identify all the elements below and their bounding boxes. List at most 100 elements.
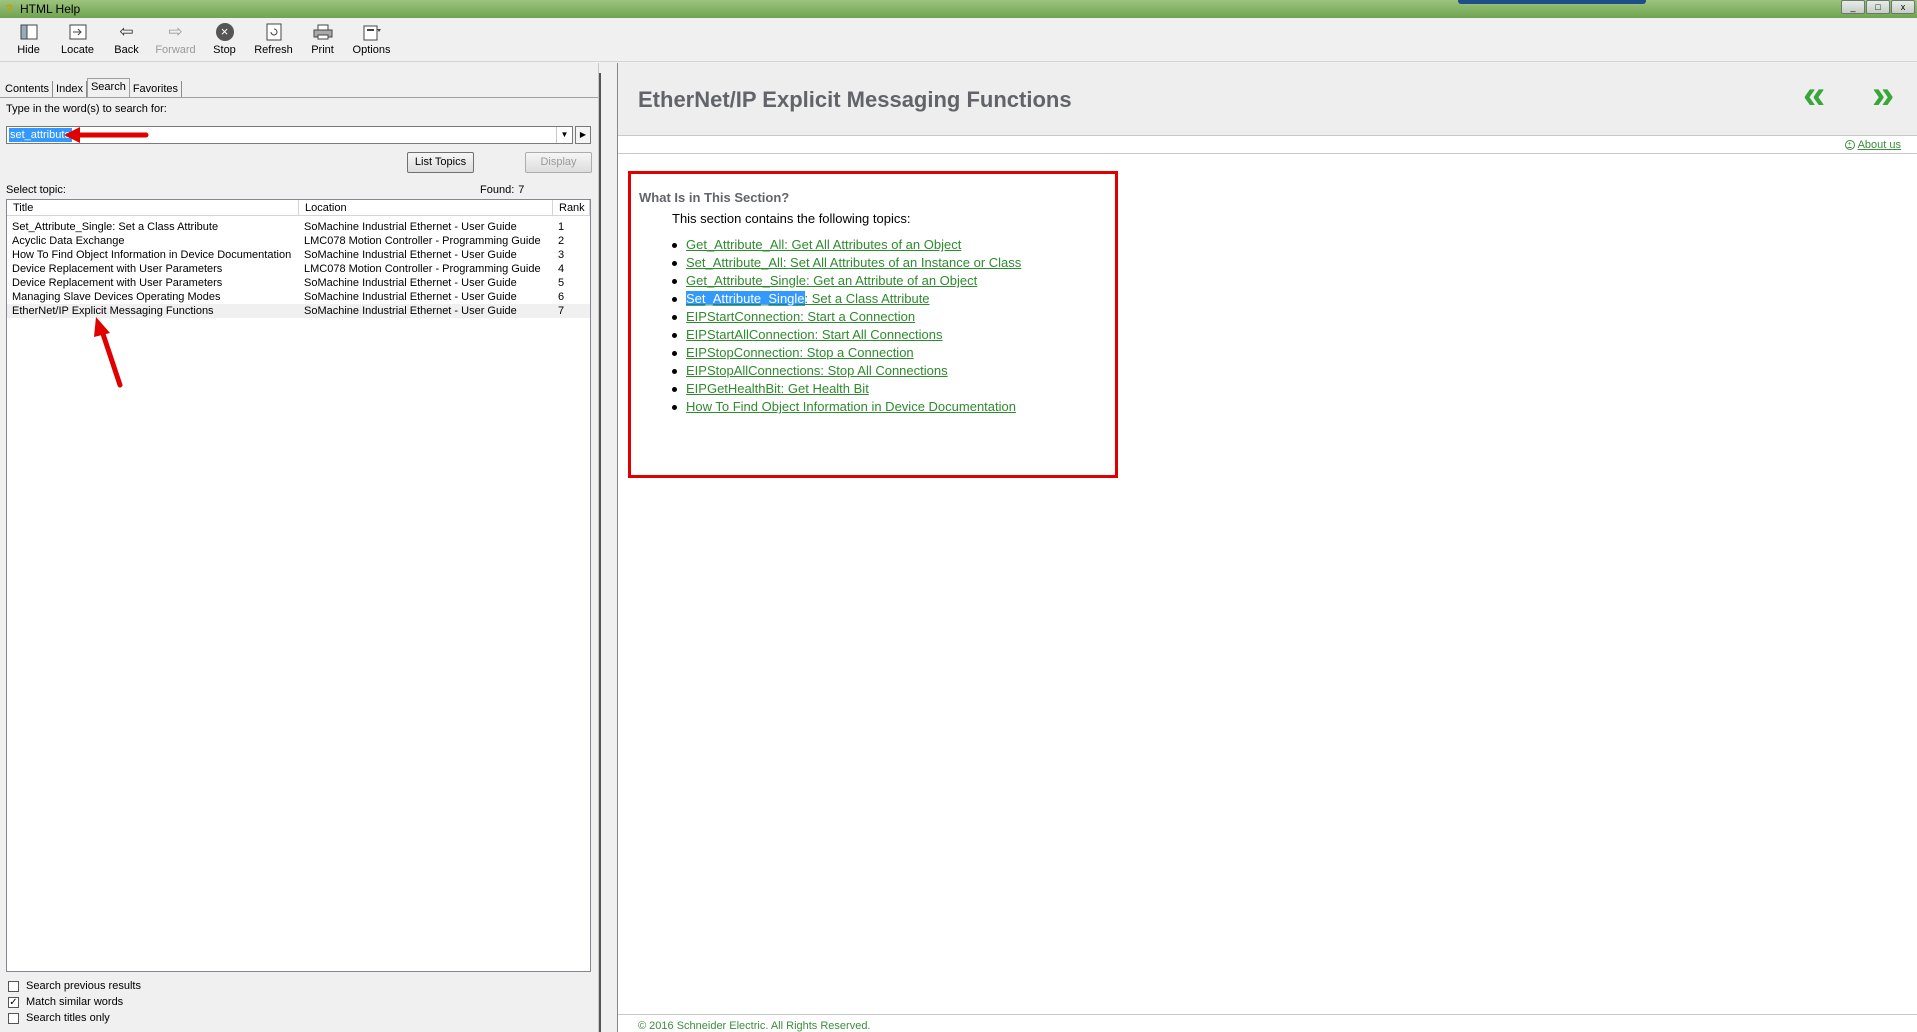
footer: © 2016 Schneider Electric. All Rights Re… bbox=[618, 1014, 1917, 1032]
nav-tabs: Contents Index Search Favorites bbox=[2, 78, 183, 97]
table-row[interactable]: Device Replacement with User Parameters S… bbox=[7, 276, 590, 290]
cell-title: Managing Slave Devices Operating Modes bbox=[12, 291, 221, 303]
previous-topic-icon[interactable]: « bbox=[1803, 75, 1825, 115]
topic-link-text: Get_Attribute_All: Get All Attributes of… bbox=[686, 237, 962, 252]
options-button[interactable]: Options bbox=[347, 18, 396, 62]
bullet-icon bbox=[672, 296, 677, 302]
back-button[interactable]: ⇦ Back bbox=[102, 18, 151, 62]
results-header: Title Location Rank bbox=[7, 200, 590, 216]
toolbar: Hide Locate ⇦ Back ⇨ Forward × Stop Refr… bbox=[0, 18, 1917, 62]
copyright-text: © 2016 Schneider Electric. All Rights Re… bbox=[638, 1020, 871, 1032]
topic-link[interactable]: Get_Attribute_Single: Get an Attribute o… bbox=[686, 272, 977, 290]
cell-title: Device Replacement with User Parameters bbox=[12, 263, 223, 275]
annotation-arrow-search bbox=[64, 127, 149, 143]
topic-link[interactable]: Set_Attribute_Single: Set a Class Attrib… bbox=[686, 290, 930, 308]
cell-location: LMC078 Motion Controller - Programming G… bbox=[304, 263, 541, 275]
cell-rank: 3 bbox=[558, 249, 565, 261]
stop-button[interactable]: × Stop bbox=[200, 18, 249, 62]
list-item: Set_Attribute_Single: Set a Class Attrib… bbox=[672, 290, 1021, 308]
tab-contents[interactable]: Contents bbox=[2, 81, 54, 97]
checkmark-icon: ✓ bbox=[8, 996, 19, 1008]
list-item: EIPStartAllConnection: Start All Connect… bbox=[672, 326, 1021, 344]
chevron-down-icon[interactable]: ▼ bbox=[556, 127, 572, 143]
taskbar-highlight bbox=[1458, 0, 1646, 4]
search-previous-checkbox[interactable]: Search previous results bbox=[8, 980, 141, 992]
stop-icon: × bbox=[214, 22, 236, 42]
about-us-link[interactable]: + About us bbox=[1844, 139, 1901, 151]
list-item: EIPStopAllConnections: Stop All Connecti… bbox=[672, 362, 1021, 380]
tab-index[interactable]: Index bbox=[53, 81, 87, 97]
cell-title: Acyclic Data Exchange bbox=[12, 235, 125, 247]
minimize-button[interactable]: _ bbox=[1841, 0, 1865, 14]
topic-link-text: : Set a Class Attribute bbox=[804, 291, 930, 306]
cell-title: Device Replacement with User Parameters bbox=[12, 277, 223, 289]
topic-link-text: Set_Attribute_All: Set All Attributes of… bbox=[686, 255, 1022, 270]
topic-link[interactable]: EIPStopAllConnections: Stop All Connecti… bbox=[686, 362, 948, 380]
list-item: Get_Attribute_Single: Get an Attribute o… bbox=[672, 272, 1021, 290]
maximize-button[interactable]: □ bbox=[1866, 0, 1890, 14]
topic-link-text: Get_Attribute_Single: Get an Attribute o… bbox=[686, 273, 978, 288]
topic-list: Get_Attribute_All: Get All Attributes of… bbox=[672, 236, 1021, 416]
found-count: Found: 7 bbox=[480, 184, 525, 196]
options-icon bbox=[361, 22, 383, 42]
window-controls: _ □ x bbox=[1841, 0, 1915, 14]
cell-location: SoMachine Industrial Ethernet - User Gui… bbox=[304, 277, 517, 289]
refresh-button[interactable]: Refresh bbox=[249, 18, 298, 62]
column-header-title[interactable]: Title bbox=[7, 200, 299, 215]
next-topic-icon[interactable]: » bbox=[1872, 75, 1894, 115]
column-header-location[interactable]: Location bbox=[299, 200, 553, 215]
topic-link[interactable]: EIPStartConnection: Start a Connection bbox=[686, 308, 915, 326]
vertical-scrollbar[interactable] bbox=[599, 73, 601, 1032]
section-intro: This section contains the following topi… bbox=[672, 211, 911, 226]
column-header-rank[interactable]: Rank bbox=[553, 200, 590, 215]
cell-location: SoMachine Industrial Ethernet - User Gui… bbox=[304, 305, 517, 317]
table-row[interactable]: Managing Slave Devices Operating Modes So… bbox=[7, 290, 590, 304]
table-row[interactable]: Acyclic Data Exchange LMC078 Motion Contr… bbox=[7, 234, 590, 248]
locate-button[interactable]: Locate bbox=[53, 18, 102, 62]
topic-link[interactable]: Get_Attribute_All: Get All Attributes of… bbox=[686, 236, 961, 254]
print-button[interactable]: Print bbox=[298, 18, 347, 62]
cell-title: How To Find Object Information in Device… bbox=[12, 249, 292, 261]
bullet-icon bbox=[672, 314, 677, 320]
topic-link[interactable]: Set_Attribute_All: Set All Attributes of… bbox=[686, 254, 1021, 272]
page-title: EtherNet/IP Explicit Messaging Functions bbox=[638, 87, 1072, 112]
cell-rank: 5 bbox=[558, 277, 565, 289]
pane-splitter[interactable] bbox=[598, 63, 616, 1032]
window-title: HTML Help bbox=[20, 2, 81, 16]
tab-favorites[interactable]: Favorites bbox=[130, 81, 183, 97]
cell-rank: 2 bbox=[558, 235, 565, 247]
bullet-icon bbox=[672, 404, 677, 410]
search-hit-highlight: Set_Attribute_Single bbox=[686, 291, 805, 306]
table-row[interactable]: Set_Attribute_Single: Set a Class Attrib… bbox=[7, 220, 590, 234]
cell-rank: 4 bbox=[558, 263, 565, 275]
topic-link[interactable]: EIPStopConnection: Stop a Connection bbox=[686, 344, 914, 362]
table-row[interactable]: Device Replacement with User Parameters L… bbox=[7, 262, 590, 276]
refresh-icon bbox=[263, 22, 285, 42]
help-app-icon: ? bbox=[5, 2, 13, 16]
cell-location: SoMachine Industrial Ethernet - User Gui… bbox=[304, 249, 517, 261]
hide-button[interactable]: Hide bbox=[4, 18, 53, 62]
section-title: What Is in This Section? bbox=[639, 190, 790, 205]
bullet-icon bbox=[672, 242, 677, 248]
cell-location: SoMachine Industrial Ethernet - User Gui… bbox=[304, 221, 517, 233]
about-bar: + About us bbox=[618, 136, 1917, 154]
list-item: EIPGetHealthBit: Get Health Bit bbox=[672, 380, 1021, 398]
topic-link[interactable]: EIPGetHealthBit: Get Health Bit bbox=[686, 380, 869, 398]
topic-banner: EtherNet/IP Explicit Messaging Functions… bbox=[618, 63, 1917, 136]
topic-link[interactable]: EIPStartAllConnection: Start All Connect… bbox=[686, 326, 943, 344]
topic-link[interactable]: How To Find Object Information in Device… bbox=[686, 398, 1016, 416]
search-operators-button[interactable]: ▶ bbox=[575, 126, 591, 144]
forward-button[interactable]: ⇨ Forward bbox=[151, 18, 200, 62]
annotation-arrow-result bbox=[94, 317, 123, 388]
list-topics-button[interactable]: List Topics bbox=[407, 152, 474, 173]
close-button[interactable]: x bbox=[1891, 0, 1915, 14]
titles-only-checkbox[interactable]: Search titles only bbox=[8, 1012, 110, 1024]
printer-icon bbox=[312, 22, 334, 42]
table-row[interactable]: How To Find Object Information in Device… bbox=[7, 248, 590, 262]
match-similar-checkbox[interactable]: ✓ Match similar words bbox=[8, 996, 123, 1008]
content-pane: EtherNet/IP Explicit Messaging Functions… bbox=[617, 63, 1917, 1032]
bullet-icon bbox=[672, 368, 677, 374]
title-bar: ? HTML Help _ □ x bbox=[0, 0, 1917, 18]
tab-search[interactable]: Search bbox=[86, 78, 130, 97]
display-button[interactable]: Display bbox=[525, 152, 592, 173]
